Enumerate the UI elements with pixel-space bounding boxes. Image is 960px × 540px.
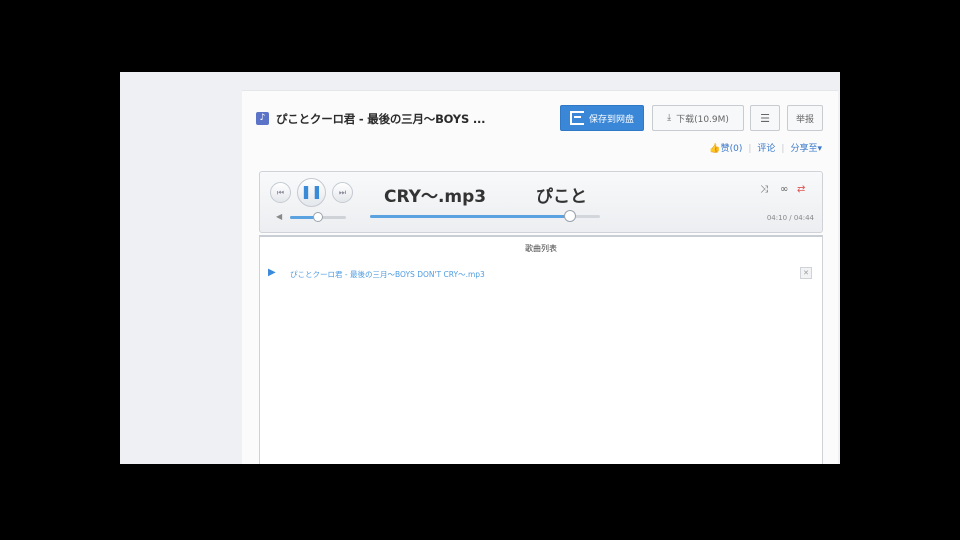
- progress-fill: [370, 215, 571, 218]
- playlist-panel: 歌曲列表 ▶ ぴことクーロ君 - 最後の三月〜BOYS DON'T CRY〜.m…: [259, 235, 823, 464]
- progress-knob[interactable]: [564, 210, 577, 222]
- shuffle-icon[interactable]: ⤨: [760, 184, 768, 195]
- song-name: CRY～.mp3: [384, 187, 487, 207]
- divider: |: [781, 144, 785, 154]
- download-button-label: 下载(10.9M): [676, 114, 729, 125]
- progress-bar[interactable]: [370, 210, 600, 222]
- playlist-item-name[interactable]: ぴことクーロ君 - 最後の三月〜BOYS DON'T CRY〜.mp3: [290, 269, 485, 280]
- loop-icon[interactable]: ∞: [780, 184, 788, 195]
- playback-time: 04:10 / 04:44: [766, 214, 814, 222]
- report-button[interactable]: 举报: [787, 105, 823, 131]
- list-item[interactable]: ▶ ぴことクーロ君 - 最後の三月〜BOYS DON'T CRY〜.mp3 ✕: [268, 267, 816, 281]
- audio-player: ⏮ ❚❚ ⏭ ◀ CRY～.mp3 ぴこと ⤨ ∞ ⇄ 04:10 / 04:4…: [259, 171, 823, 233]
- playing-arrow-icon: ▶: [268, 267, 276, 278]
- download-icon: ⤓: [667, 113, 672, 123]
- volume-icon[interactable]: ◀: [276, 212, 282, 221]
- report-button-label: 举报: [795, 114, 814, 125]
- next-icon: ⏭: [338, 187, 347, 197]
- file-title: ぴことクーロ君 - 最後の三月〜BOYS ...: [276, 112, 486, 126]
- page-background: ♪ ぴことクーロ君 - 最後の三月〜BOYS ... 保存到网盘 ⤓ 下载(10…: [120, 72, 840, 464]
- share-link[interactable]: 分享至▾: [790, 144, 822, 154]
- letterbox-top: [120, 0, 840, 72]
- divider: |: [748, 144, 752, 154]
- repeat-icon[interactable]: ⇄: [797, 184, 805, 195]
- artist-name: ぴこと: [536, 187, 587, 207]
- volume-knob[interactable]: [313, 212, 323, 222]
- music-file-icon: ♪: [256, 112, 269, 125]
- comment-link[interactable]: 评论: [757, 144, 775, 154]
- volume-slider[interactable]: [290, 212, 346, 222]
- save-button-label: 保存到网盘: [588, 114, 634, 125]
- play-pause-button[interactable]: ❚❚: [297, 178, 326, 207]
- playlist-title: 歌曲列表: [525, 244, 557, 253]
- save-icon: [569, 111, 584, 125]
- previous-track-button[interactable]: ⏮: [270, 182, 291, 203]
- pause-icon: ❚❚: [300, 185, 323, 200]
- file-share-card: ♪ ぴことクーロ君 - 最後の三月〜BOYS ... 保存到网盘 ⤓ 下载(10…: [242, 90, 838, 464]
- letterbox-bottom: [120, 464, 840, 540]
- menu-icon: ☰: [760, 111, 770, 125]
- save-to-netdisk-button[interactable]: 保存到网盘: [560, 105, 644, 131]
- screen: ♪ ぴことクーロ君 - 最後の三月〜BOYS ... 保存到网盘 ⤓ 下载(10…: [0, 0, 960, 540]
- like-link[interactable]: 👍赞(0): [709, 144, 742, 154]
- download-button[interactable]: ⤓ 下载(10.9M): [652, 105, 744, 131]
- delete-icon[interactable]: ✕: [800, 267, 812, 279]
- more-button[interactable]: ☰: [750, 105, 780, 131]
- next-track-button[interactable]: ⏭: [332, 182, 353, 203]
- action-links: 👍赞(0) | 评论 | 分享至▾: [703, 141, 822, 154]
- previous-icon: ⏮: [276, 187, 285, 197]
